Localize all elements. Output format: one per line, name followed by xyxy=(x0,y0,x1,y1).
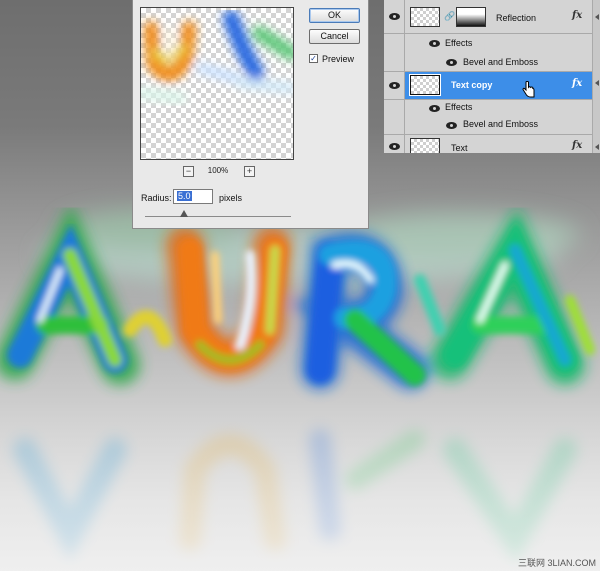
layer-thumbnail xyxy=(410,7,440,27)
radius-slider[interactable] xyxy=(145,216,291,217)
scroll-arrow-icon[interactable] xyxy=(595,80,599,86)
cancel-button[interactable]: Cancel xyxy=(309,29,360,44)
radius-slider-thumb[interactable] xyxy=(180,210,188,217)
effects-row[interactable]: Effects xyxy=(384,100,600,116)
watermark: 三联网 3LIAN.COM xyxy=(517,558,596,568)
eye-icon xyxy=(389,82,400,89)
effects-label: Effects xyxy=(445,102,473,112)
visibility-column xyxy=(384,116,405,134)
preview-artwork xyxy=(141,10,293,103)
layer-row-reflection[interactable]: 🔗 Reflection fx xyxy=(384,0,600,34)
fx-icon[interactable]: fx xyxy=(572,10,582,21)
radius-unit-label: pixels xyxy=(219,193,243,203)
layer-mask-thumbnail xyxy=(456,7,486,27)
hand-cursor-icon xyxy=(522,81,535,98)
visibility-column xyxy=(384,53,405,71)
visibility-column xyxy=(384,100,405,116)
eye-icon[interactable] xyxy=(429,105,440,112)
fx-icon[interactable]: fx xyxy=(572,78,582,89)
layer-row-text[interactable]: Text fx xyxy=(384,135,600,153)
eye-icon[interactable] xyxy=(429,40,440,47)
layer-thumbnail xyxy=(410,75,440,95)
effects-label: Effects xyxy=(445,38,473,48)
effect-label: Bevel and Emboss xyxy=(463,57,539,67)
radius-value: 5.0 xyxy=(177,191,192,201)
layers-panel: 🔗 Reflection fx Effects Bevel and Emboss… xyxy=(384,0,600,153)
visibility-toggle[interactable] xyxy=(384,135,405,153)
layer-row-text-copy[interactable]: Text copy fx xyxy=(384,72,600,100)
eye-icon xyxy=(389,13,400,20)
gaussian-blur-dialog: − 100% + OK Cancel ✓ Preview Radius: 5.0… xyxy=(132,0,369,229)
chain-link-icon: 🔗 xyxy=(444,11,456,21)
zoom-level: 100% xyxy=(207,166,229,175)
visibility-column xyxy=(384,34,405,53)
preview-label: Preview xyxy=(322,54,355,64)
preview-checkbox[interactable]: ✓ xyxy=(309,54,318,63)
zoom-in-button[interactable]: + xyxy=(244,166,255,177)
filter-preview[interactable] xyxy=(140,7,294,160)
bevel-emboss-row[interactable]: Bevel and Emboss xyxy=(384,53,600,72)
scroll-arrow-icon[interactable] xyxy=(595,14,599,20)
eye-icon[interactable] xyxy=(446,59,457,66)
eye-icon[interactable] xyxy=(446,122,457,129)
fx-icon[interactable]: fx xyxy=(572,140,582,151)
layer-name: Reflection xyxy=(496,13,537,23)
visibility-toggle[interactable] xyxy=(384,0,405,33)
bevel-emboss-row[interactable]: Bevel and Emboss xyxy=(384,116,600,135)
effects-row[interactable]: Effects xyxy=(384,34,600,53)
scroll-arrow-icon[interactable] xyxy=(595,144,599,150)
visibility-toggle[interactable] xyxy=(384,72,405,99)
layers-scrollbar[interactable] xyxy=(592,0,600,153)
ok-button[interactable]: OK xyxy=(309,8,360,23)
eye-icon xyxy=(389,143,400,150)
zoom-out-button[interactable]: − xyxy=(183,166,194,177)
layer-name: Text copy xyxy=(451,80,493,90)
radius-input[interactable]: 5.0 xyxy=(173,189,213,204)
effect-label: Bevel and Emboss xyxy=(463,119,539,129)
radius-label: Radius: xyxy=(141,193,172,203)
layer-name: Text xyxy=(451,143,468,153)
layer-thumbnail xyxy=(410,138,440,153)
